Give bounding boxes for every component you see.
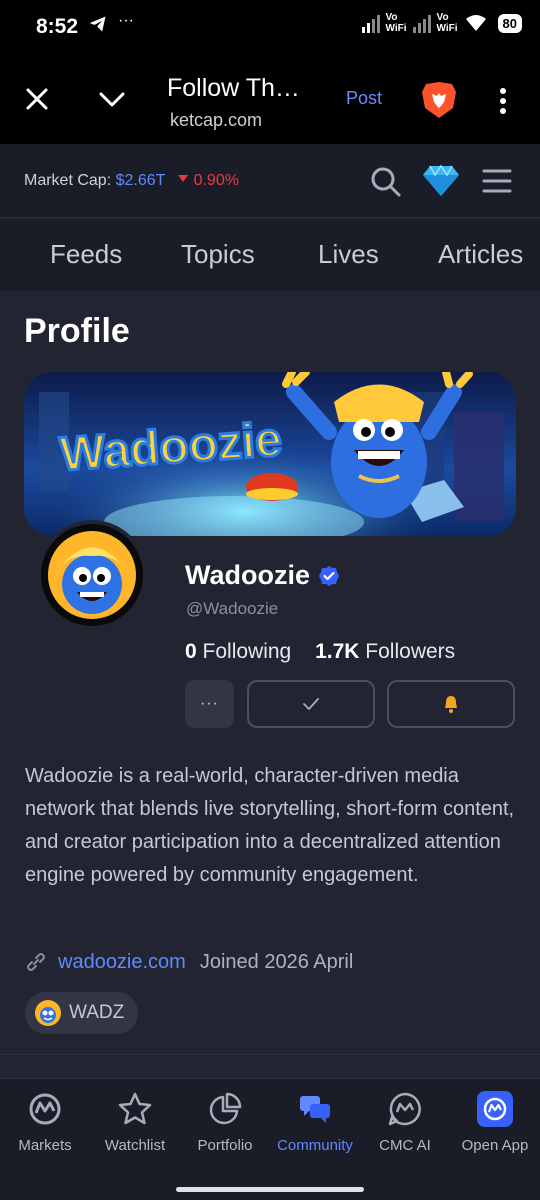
- followers-stat[interactable]: 1.7K Followers: [315, 640, 455, 663]
- search-icon[interactable]: [370, 166, 402, 198]
- page-title: Follow Th…: [167, 74, 300, 102]
- ellipsis-icon: ···: [200, 695, 219, 712]
- cmc-logo-icon: [29, 1093, 61, 1125]
- chevron-down-icon[interactable]: [96, 86, 128, 114]
- vowifi-label-2: Vo WiFi: [436, 12, 458, 34]
- cmc-ai-icon: [388, 1092, 421, 1126]
- following-count: 0: [185, 640, 197, 663]
- nav-markets[interactable]: Markets: [0, 1091, 90, 1154]
- vowifi-label-1: Vo WiFi: [385, 12, 407, 34]
- brave-lion-icon[interactable]: [420, 80, 458, 120]
- website-link[interactable]: wadoozie.com: [58, 951, 186, 974]
- nav-label: Open App: [461, 1137, 529, 1154]
- verified-badge-icon: [319, 565, 339, 586]
- following-stat[interactable]: 0 Following: [185, 640, 291, 663]
- nav-label: CMC AI: [379, 1137, 431, 1154]
- market-cap-bar: Market Cap: $2.66T 0.90%: [0, 144, 540, 218]
- status-notifications: ···: [88, 12, 134, 34]
- link-icon: [27, 953, 45, 971]
- token-label: WADZ: [69, 1002, 125, 1023]
- market-cap-label: Market Cap:: [24, 172, 112, 189]
- status-time: 8:52: [36, 15, 79, 38]
- profile-banner: Wadoozie: [24, 372, 516, 536]
- more-options-button[interactable]: ···: [185, 680, 234, 728]
- nav-label: Community: [277, 1137, 353, 1154]
- divider: [0, 1054, 540, 1055]
- tab-articles[interactable]: Articles: [438, 239, 523, 270]
- bottom-nav: Markets Watchlist Portfolio Community CM…: [0, 1078, 540, 1200]
- nav-label: Markets: [18, 1137, 72, 1154]
- market-cap-summary: Market Cap: $2.66T 0.90%: [24, 172, 239, 190]
- kebab-menu-icon[interactable]: [496, 86, 510, 116]
- banner-image: Wadoozie: [24, 372, 516, 536]
- page-content: Market Cap: $2.66T 0.90% Feeds Topics Li…: [0, 144, 540, 1078]
- tab-feeds[interactable]: Feeds: [50, 239, 122, 270]
- followers-label: Followers: [365, 640, 456, 663]
- profile-meta-row: wadoozie.com Joined 2026 April: [24, 950, 353, 974]
- tab-lives[interactable]: Lives: [318, 239, 379, 270]
- nav-watchlist[interactable]: Watchlist: [90, 1091, 180, 1154]
- browser-toolbar: Follow Th… ketcap.com Post: [0, 56, 540, 144]
- avatar[interactable]: [37, 520, 147, 630]
- status-indicators: Vo WiFi Vo WiFi 80: [361, 12, 522, 34]
- tab-topics[interactable]: Topics: [181, 239, 255, 270]
- bell-icon: [445, 696, 457, 713]
- token-chip[interactable]: WADZ: [25, 992, 139, 1034]
- signal-icon-2: [412, 13, 431, 33]
- signal-icon: [361, 13, 380, 33]
- page-url[interactable]: ketcap.com: [170, 110, 262, 131]
- feed-tabs: Feeds Topics Lives Articles: [0, 219, 540, 291]
- market-cap-value[interactable]: $2.66T: [116, 172, 166, 189]
- nav-portfolio[interactable]: Portfolio: [180, 1091, 270, 1154]
- home-indicator[interactable]: [176, 1187, 364, 1192]
- nav-cmc-ai[interactable]: CMC AI: [360, 1091, 450, 1154]
- cmc-app-icon: [477, 1091, 513, 1127]
- profile-name: Wadoozie: [185, 560, 310, 590]
- battery-indicator: 80: [497, 13, 522, 33]
- hamburger-menu-icon[interactable]: [482, 168, 512, 194]
- wifi-icon: [465, 15, 486, 31]
- profile-name-row: Wadoozie: [185, 560, 340, 591]
- close-icon[interactable]: [22, 84, 52, 114]
- checkmark-icon: [303, 698, 319, 710]
- follow-stats: 0 Following 1.7K Followers: [185, 640, 455, 664]
- caret-down-icon: [177, 175, 188, 183]
- page-heading: Profile: [24, 312, 130, 350]
- followers-count: 1.7K: [315, 640, 360, 663]
- post-button[interactable]: Post: [346, 88, 382, 109]
- star-icon: [118, 1092, 152, 1125]
- status-bar: 8:52 ··· Vo WiFi Vo WiFi 80: [0, 0, 540, 56]
- nav-open-app[interactable]: Open App: [450, 1091, 540, 1154]
- profile-bio: Wadoozie is a real-world, character-driv…: [25, 765, 515, 886]
- profile-handle: @Wadoozie: [186, 599, 279, 618]
- telegram-icon: [89, 16, 106, 32]
- avatar-image: [41, 524, 143, 626]
- nav-label: Watchlist: [104, 1137, 166, 1154]
- following-status-button[interactable]: [247, 680, 375, 728]
- wadz-token-icon: [35, 1000, 61, 1026]
- nav-community[interactable]: Community: [270, 1091, 360, 1154]
- nav-label: Portfolio: [197, 1137, 253, 1154]
- chat-bubbles-icon: [300, 1096, 330, 1123]
- pie-chart-icon: [209, 1092, 242, 1125]
- market-cap-change: 0.90%: [177, 172, 239, 189]
- notify-button[interactable]: [387, 680, 515, 728]
- following-label: Following: [202, 640, 292, 663]
- diamond-icon[interactable]: [422, 164, 460, 198]
- more-notifications-icon: ···: [118, 12, 134, 29]
- joined-date: Joined 2026 April: [199, 950, 354, 973]
